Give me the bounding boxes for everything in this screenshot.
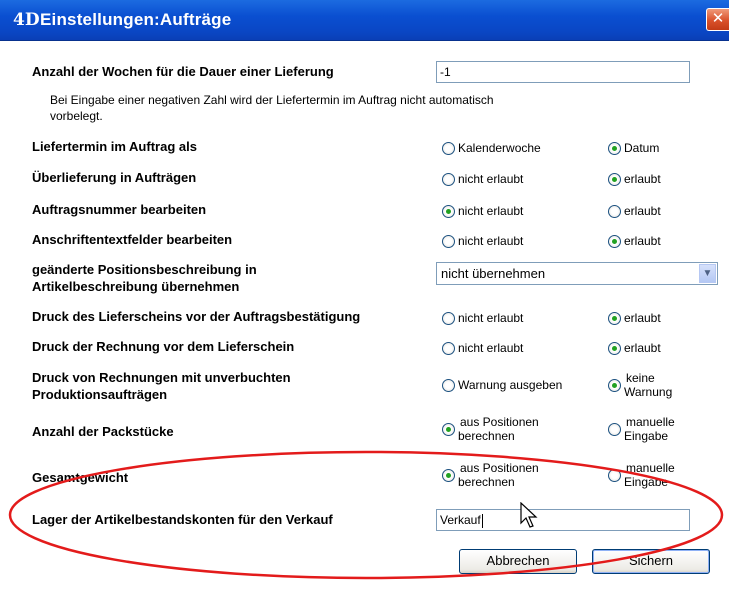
radio-unchecked-icon — [608, 468, 621, 482]
position-desc-value: nicht übernehmen — [441, 266, 546, 281]
radio-checked-icon — [608, 311, 621, 325]
radio-unchecked-icon — [442, 378, 455, 392]
radio-checked-icon — [442, 422, 455, 436]
order-number-label: Auftragsnummer bearbeiten — [32, 202, 207, 217]
total-weight-label: Gesamtgewicht — [32, 470, 129, 485]
radio-checked-icon — [442, 468, 455, 482]
radio-checked-icon — [608, 378, 621, 392]
packages-label: Anzahl der Packstücke — [32, 424, 174, 439]
radio-unchecked-icon — [442, 141, 455, 155]
radio-no-warning[interactable]: keine Warnung — [608, 371, 672, 399]
radio-print-delivery-not-allowed[interactable]: nicht erlaubt — [442, 311, 523, 325]
print-invoice-label: Druck der Rechnung vor dem Lieferschein — [32, 339, 295, 354]
weeks-note: Bei Eingabe einer negativen Zahl wird de… — [50, 93, 494, 123]
radio-unchecked-icon — [442, 311, 455, 325]
radio-checked-icon — [608, 172, 621, 186]
radio-address-allowed[interactable]: erlaubt — [608, 234, 661, 248]
radio-unchecked-icon — [442, 172, 455, 186]
radio-checked-icon — [608, 141, 621, 155]
chevron-down-icon[interactable]: ▼ — [699, 264, 716, 283]
warehouse-input[interactable]: Verkauf — [436, 509, 690, 531]
print-unbooked-label-line1: Druck von Rechnungen mit unverbuchten — [32, 370, 291, 385]
print-unbooked-label-line2: Produktionsaufträgen — [32, 387, 168, 402]
radio-weight-calc[interactable]: aus Positionen berechnen — [442, 461, 539, 489]
app-logo: 4D — [13, 10, 40, 30]
radio-checked-icon — [608, 234, 621, 248]
title-bar[interactable]: 4D Einstellungen:Aufträge ✕ — [0, 0, 729, 41]
mouse-cursor-icon — [520, 502, 538, 528]
radio-datum[interactable]: Datum — [608, 141, 659, 155]
radio-print-delivery-allowed[interactable]: erlaubt — [608, 311, 661, 325]
radio-weight-manual[interactable]: manuelle Eingabe — [608, 461, 675, 489]
weeks-input[interactable]: -1 — [436, 61, 690, 83]
radio-unchecked-icon — [608, 422, 621, 436]
address-fields-label: Anschriftentextfelder bearbeiten — [32, 232, 233, 247]
print-delivery-note-label: Druck des Lieferscheins vor der Auftrags… — [32, 309, 361, 324]
radio-over-delivery-not-allowed[interactable]: nicht erlaubt — [442, 172, 523, 186]
radio-print-invoice-allowed[interactable]: erlaubt — [608, 341, 661, 355]
save-button[interactable]: Sichern — [592, 549, 710, 574]
radio-packages-calc[interactable]: aus Positionen berechnen — [442, 415, 539, 443]
radio-order-number-not-allowed[interactable]: nicht erlaubt — [442, 204, 523, 218]
weeks-label: Anzahl der Wochen für die Dauer einer Li… — [32, 64, 334, 79]
radio-unchecked-icon — [442, 234, 455, 248]
radio-kalenderwoche[interactable]: Kalenderwoche — [442, 141, 541, 155]
text-caret — [481, 513, 483, 528]
over-delivery-label: Überlieferung in Aufträgen — [32, 170, 197, 185]
radio-packages-manual[interactable]: manuelle Eingabe — [608, 415, 675, 443]
position-desc-label-line2: Artikelbeschreibung übernehmen — [32, 279, 240, 294]
radio-over-delivery-allowed[interactable]: erlaubt — [608, 172, 661, 186]
radio-unchecked-icon — [442, 341, 455, 355]
radio-print-invoice-not-allowed[interactable]: nicht erlaubt — [442, 341, 523, 355]
position-desc-label-line1: geänderte Positionsbeschreibung in — [32, 262, 257, 277]
close-icon[interactable]: ✕ — [706, 8, 729, 31]
radio-unchecked-icon — [608, 204, 621, 218]
window-title: Einstellungen:Aufträge — [40, 10, 232, 29]
settings-form: Anzahl der Wochen für die Dauer einer Li… — [0, 41, 729, 590]
radio-order-number-allowed[interactable]: erlaubt — [608, 204, 661, 218]
cancel-button[interactable]: Abbrechen — [459, 549, 577, 574]
radio-address-not-allowed[interactable]: nicht erlaubt — [442, 234, 523, 248]
warehouse-label: Lager der Artikelbestandskonten für den … — [32, 512, 333, 527]
settings-window: 4D Einstellungen:Aufträge ✕ Anzahl der W… — [0, 0, 729, 590]
position-desc-select[interactable]: nicht übernehmen ▼ — [436, 262, 718, 285]
radio-checked-icon — [442, 204, 455, 218]
radio-warning-issue[interactable]: Warnung ausgeben — [442, 378, 562, 392]
delivery-date-label: Liefertermin im Auftrag als — [32, 139, 197, 154]
radio-checked-icon — [608, 341, 621, 355]
